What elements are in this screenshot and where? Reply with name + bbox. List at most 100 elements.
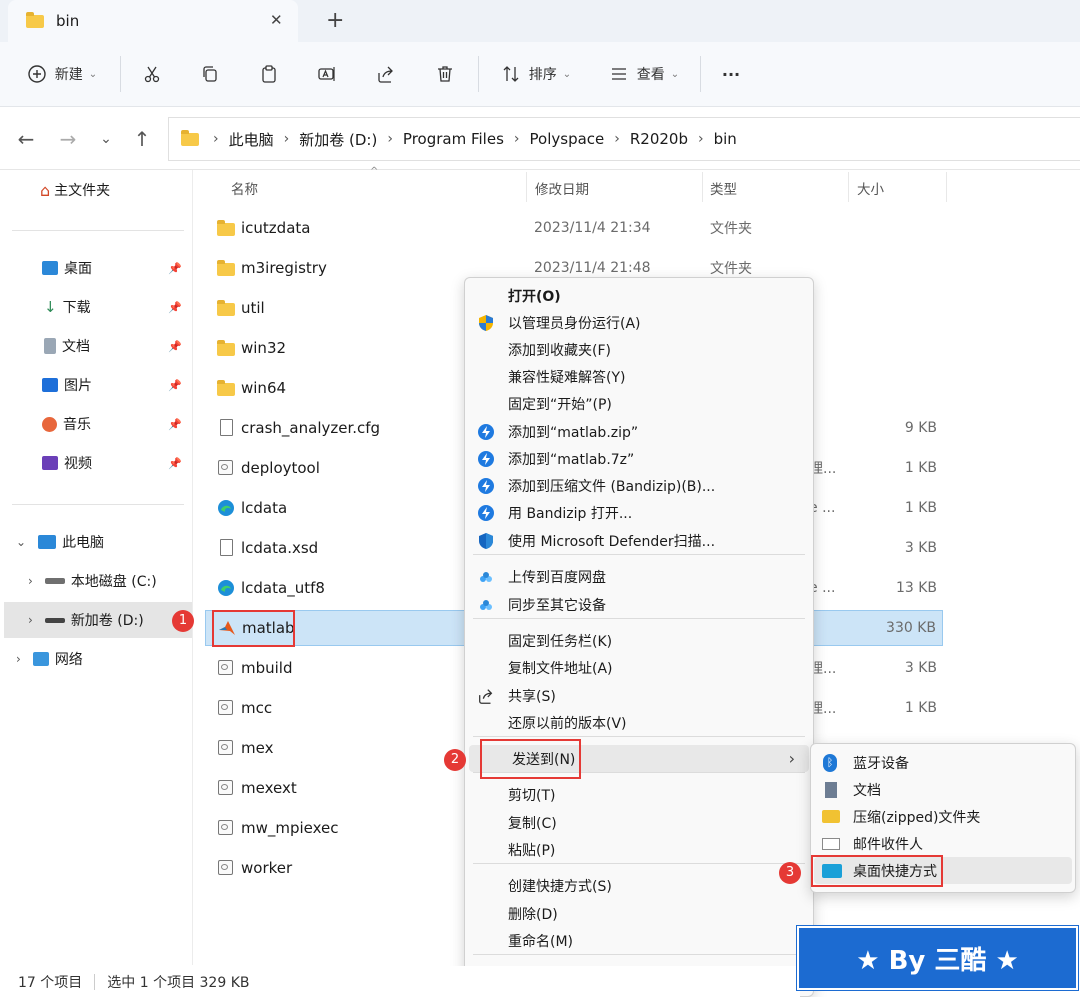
menu-item-rename[interactable]: 重命名(M) <box>465 927 813 954</box>
chevron-down-icon: ⌄ <box>88 68 98 80</box>
file-row[interactable]: icutzdata 2023/11/4 21:34 文件夹 <box>205 210 943 246</box>
back-icon[interactable]: ← <box>14 127 38 151</box>
sidebar-item-home[interactable]: ⌂ 主文件夹 <box>0 172 190 208</box>
sidebar-item-drive-c[interactable]: › 本地磁盘 (C:) <box>0 563 190 599</box>
navigation-pane: ⌂ 主文件夹 桌面 📌 ↓ 下载 📌 文档 📌 图片 📌 音乐 📌 视频 📌 ⌄… <box>0 170 193 965</box>
menu-item-share[interactable]: 共享(S) <box>465 682 813 709</box>
address-bar[interactable]: › 此电脑 › 新加卷 (D:) › Program Files › Polys… <box>168 117 1080 161</box>
chevron-right-icon[interactable]: › <box>28 574 33 588</box>
column-divider[interactable] <box>848 172 849 202</box>
menu-item-copy[interactable]: 复制(C) <box>465 809 813 836</box>
breadcrumb-bin[interactable]: bin <box>714 130 737 148</box>
file-date: 2023/11/4 21:48 <box>534 260 651 276</box>
menu-item-add-to-7z[interactable]: 添加到“matlab.7z” <box>465 445 813 472</box>
share-button[interactable] <box>372 58 400 90</box>
pin-icon[interactable]: 📌 <box>168 301 182 314</box>
pin-icon[interactable]: 📌 <box>168 262 182 275</box>
chevron-down-icon[interactable]: ⌄ <box>16 535 26 549</box>
share-icon <box>476 686 496 706</box>
menu-item-add-to-zip[interactable]: 添加到“matlab.zip” <box>465 418 813 445</box>
submenu-item-documents[interactable]: 文档 <box>811 776 1075 803</box>
file-size: 1 KB <box>904 700 937 716</box>
document-icon <box>825 781 837 798</box>
menu-item-create-shortcut[interactable]: 创建快捷方式(S) <box>465 872 813 899</box>
column-header-size[interactable]: 大小 <box>857 178 884 198</box>
submenu-item-bluetooth[interactable]: ᛒ 蓝牙设备 <box>811 749 1075 776</box>
forward-icon[interactable]: → <box>56 127 80 151</box>
breadcrumb-polyspace[interactable]: Polyspace <box>530 130 605 148</box>
submenu-item-mail-recipient[interactable]: 邮件收件人 <box>811 830 1075 857</box>
more-button[interactable]: ··· <box>716 58 746 90</box>
submenu-item-zip-folder[interactable]: 压缩(zipped)文件夹 <box>811 803 1075 830</box>
menu-item-defender-scan[interactable]: 使用 Microsoft Defender扫描... <box>465 527 813 554</box>
menu-item-label: 添加到压缩文件 (Bandizip)(B)... <box>508 478 716 495</box>
sort-icon <box>503 66 519 82</box>
pin-icon[interactable]: 📌 <box>168 340 182 353</box>
up-icon[interactable]: ↑ <box>130 127 154 151</box>
menu-item-pin-to-start[interactable]: 固定到“开始”(P) <box>465 390 813 417</box>
breadcrumb-this-pc[interactable]: 此电脑 <box>229 129 274 150</box>
menu-item-delete[interactable]: 删除(D) <box>465 900 813 927</box>
edge-icon <box>217 579 235 597</box>
sidebar-item-documents[interactable]: 文档 📌 <box>0 328 190 364</box>
copy-button[interactable] <box>196 58 224 90</box>
menu-item-open[interactable]: 打开(O) <box>465 282 813 309</box>
recent-chevron-icon[interactable]: ⌄ <box>94 127 118 151</box>
view-button[interactable]: 查看 ⌄ <box>604 58 684 90</box>
column-divider[interactable] <box>946 172 947 202</box>
file-name: win64 <box>241 379 287 397</box>
sidebar-item-drive-d[interactable]: › 新加卷 (D:) <box>4 602 192 638</box>
menu-item-paste[interactable]: 粘贴(P) <box>465 836 813 863</box>
column-header-name[interactable]: 名称 <box>231 178 258 198</box>
column-divider[interactable] <box>702 172 703 202</box>
sidebar-item-videos[interactable]: 视频 📌 <box>0 445 190 481</box>
sidebar-item-this-pc[interactable]: ⌄ 此电脑 <box>0 524 190 560</box>
sidebar-item-network[interactable]: › 网络 <box>0 641 190 677</box>
bandizip-icon <box>476 449 496 469</box>
file-name: mcc <box>241 699 273 717</box>
column-header-type[interactable]: 类型 <box>710 178 737 198</box>
column-header-date[interactable]: 修改日期 <box>535 178 589 198</box>
menu-item-copy-path[interactable]: 复制文件地址(A) <box>465 654 813 681</box>
menu-item-cut[interactable]: 剪切(T) <box>465 781 813 808</box>
sidebar-item-downloads[interactable]: ↓ 下载 📌 <box>0 289 190 325</box>
breadcrumb-program-files[interactable]: Program Files <box>403 130 504 148</box>
menu-item-run-as-admin[interactable]: 以管理员身份运行(A) <box>465 309 813 336</box>
pin-icon[interactable]: 📌 <box>168 418 182 431</box>
tab-bin[interactable]: bin ✕ <box>8 0 298 42</box>
sort-button[interactable]: 排序 ⌄ <box>496 58 576 90</box>
sidebar-item-desktop[interactable]: 桌面 📌 <box>0 250 190 286</box>
divider <box>12 504 184 505</box>
menu-item-restore-versions[interactable]: 还原以前的版本(V) <box>465 709 813 736</box>
menu-item-add-to-archive[interactable]: 添加到压缩文件 (Bandizip)(B)... <box>465 472 813 499</box>
paste-button[interactable] <box>255 58 283 90</box>
chevron-right-icon[interactable]: › <box>28 613 33 627</box>
menu-item-sync-devices[interactable]: 同步至其它设备 <box>465 591 813 618</box>
menu-item-compat-troubleshoot[interactable]: 兼容性疑难解答(Y) <box>465 363 813 390</box>
new-button[interactable]: 新建 ⌄ <box>22 58 102 90</box>
pin-icon[interactable]: 📌 <box>168 379 182 392</box>
divider <box>12 230 184 231</box>
pin-icon[interactable]: 📌 <box>168 457 182 470</box>
menu-item-pin-to-taskbar[interactable]: 固定到任务栏(K) <box>465 627 813 654</box>
breadcrumb-r2020b[interactable]: R2020b <box>630 130 688 148</box>
breadcrumb-separator: › <box>698 131 704 147</box>
pictures-icon <box>42 378 58 392</box>
column-divider[interactable] <box>526 172 527 202</box>
menu-item-label: 添加到“matlab.zip” <box>508 424 639 441</box>
file-name: deploytool <box>241 459 320 477</box>
delete-button[interactable] <box>431 58 459 90</box>
menu-item-label: 打开(O) <box>508 288 561 305</box>
sidebar-item-pictures[interactable]: 图片 📌 <box>0 367 190 403</box>
breadcrumb-drive-d[interactable]: 新加卷 (D:) <box>299 129 377 150</box>
cut-button[interactable] <box>138 58 166 90</box>
new-tab-button[interactable]: + <box>326 8 344 33</box>
menu-item-open-with-bandizip[interactable]: 用 Bandizip 打开... <box>465 499 813 526</box>
menu-item-add-to-favorites[interactable]: 添加到收藏夹(F) <box>465 336 813 363</box>
menu-item-upload-baidu[interactable]: 上传到百度网盘 <box>465 563 813 590</box>
mail-icon <box>822 837 840 850</box>
sidebar-item-music[interactable]: 音乐 📌 <box>0 406 190 442</box>
close-tab-icon[interactable]: ✕ <box>270 11 283 29</box>
chevron-right-icon[interactable]: › <box>16 652 21 666</box>
rename-button[interactable] <box>313 58 341 90</box>
